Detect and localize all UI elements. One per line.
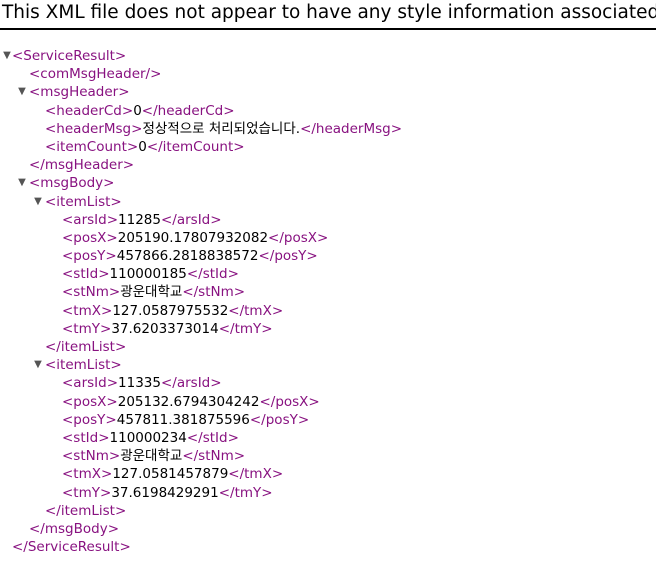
field-value: 37.6198429291 [111,484,219,501]
msg-header-open-tag: <msgHeader> [29,84,130,101]
field-value: 광운대학교 [120,448,183,465]
field-open-tag: <stId> [62,266,110,283]
item-list-open-tag: <itemList> [45,357,122,374]
msg-body-close-tag: </msgBody> [29,520,120,537]
com-msg-header-line: <comMsgHeader/> [0,65,656,83]
triangle-down-icon[interactable]: ▼ [16,174,28,192]
xml-tree: ▼ <ServiceResult> <comMsgHeader/> ▼ <msg… [0,47,656,556]
item-field-line: <stNm>광운대학교</stNm> [0,447,656,465]
item-list-open-tag: <itemList> [45,193,122,210]
triangle-down-icon[interactable]: ▼ [16,83,28,101]
service-result-close-line: </ServiceResult> [0,538,656,556]
field-open-tag: <stId> [62,429,110,446]
field-open-tag: <posX> [62,229,118,246]
field-open-tag: <posX> [62,393,118,410]
item-list-open-line: ▼ <itemList> [0,193,656,211]
item-list-close-line: </itemList> [0,338,656,356]
item-field-line: <tmY>37.6198429291</tmY> [0,484,656,502]
field-close-tag: </tmY> [218,484,273,501]
field-open-tag: <posY> [62,248,117,265]
field-close-tag: </stNm> [182,448,246,465]
field-close-tag: </posY> [249,411,310,428]
field-close-tag: </stId> [186,266,239,283]
item-field-line: <stId>110000185</stId> [0,265,656,283]
field-open-tag: <tmX> [62,302,113,319]
field-close-tag: </stNm> [182,284,246,301]
field-value: 37.6203373014 [111,320,219,337]
service-result-open-tag: <ServiceResult> [12,48,127,64]
field-close-tag: </posX> [259,393,320,410]
field-value: 457866.2818838572 [116,248,259,265]
field-value: 457811.381875596 [116,411,250,428]
item-field-line: <stNm>광운대학교</stNm> [0,283,656,301]
header-msg-line: <headerMsg>정상적으로 처리되었습니다.</headerMsg> [0,120,656,138]
triangle-down-icon[interactable]: ▼ [32,193,44,211]
header-cd-close-tag: </headerCd> [141,102,235,119]
field-close-tag: </posY> [258,248,318,265]
header-cd-value: 0 [133,102,142,119]
banner-text: This XML file does not appear to have an… [2,2,656,23]
triangle-down-icon[interactable]: ▼ [32,356,44,374]
msg-header-close-line: </msgHeader> [0,156,656,174]
header-msg-value: 정상적으로 처리되었습니다. [142,120,301,137]
field-open-tag: <arsId> [62,375,119,392]
header-cd-open-tag: <headerCd> [45,102,134,119]
field-open-tag: <posY> [62,411,117,428]
item-field-line: <posX>205132.6794304242</posX> [0,393,656,411]
item-list-close-line: </itemList> [0,502,656,520]
field-value: 11335 [118,375,161,392]
msg-header-close-tag: </msgHeader> [29,157,135,174]
item-field-line: <posY>457811.381875596</posY> [0,411,656,429]
field-value: 205132.6794304242 [117,393,260,410]
field-close-tag: </arsId> [160,375,222,392]
field-value: 110000234 [109,429,187,446]
item-field-line: <stId>110000234</stId> [0,429,656,447]
xml-style-info-banner: This XML file does not appear to have an… [0,0,656,30]
field-value: 205190.17807932082 [117,229,269,246]
field-open-tag: <stNm> [62,448,121,465]
item-field-line: <posY>457866.2818838572</posY> [0,247,656,265]
item-field-line: <tmX>127.0587975532</tmX> [0,302,656,320]
field-close-tag: </posX> [268,229,329,246]
item-field-line: <arsId>11285</arsId> [0,211,656,229]
field-open-tag: <stNm> [62,284,121,301]
field-value: 127.0587975532 [112,302,229,319]
item-count-value: 0 [138,138,147,155]
field-close-tag: </tmX> [228,302,284,319]
service-result-close-tag: </ServiceResult> [12,539,131,556]
com-msg-header-tag: <comMsgHeader/> [29,66,162,83]
item-field-line: <tmY>37.6203373014</tmY> [0,320,656,338]
field-close-tag: </stId> [186,429,239,446]
item-count-line: <itemCount>0</itemCount> [0,138,656,156]
msg-body-open-line: ▼ <msgBody> [0,174,656,192]
field-value: 광운대학교 [120,284,183,301]
field-value: 11285 [118,211,161,228]
field-close-tag: </arsId> [160,211,222,228]
service-result-open-line: ▼ <ServiceResult> [0,47,656,65]
field-close-tag: </tmX> [228,466,284,483]
msg-body-open-tag: <msgBody> [29,175,115,192]
field-open-tag: <tmY> [62,484,112,501]
item-count-close-tag: </itemCount> [146,138,245,155]
field-open-tag: <tmY> [62,320,112,337]
msg-body-close-line: </msgBody> [0,520,656,538]
item-count-open-tag: <itemCount> [45,138,139,155]
field-open-tag: <arsId> [62,211,119,228]
header-cd-line: <headerCd>0</headerCd> [0,102,656,120]
msg-header-open-line: ▼ <msgHeader> [0,83,656,101]
item-field-line: <tmX>127.0581457879</tmX> [0,465,656,483]
item-list-close-tag: </itemList> [45,502,127,519]
field-value: 110000185 [109,266,187,283]
item-field-line: <arsId>11335</arsId> [0,374,656,392]
header-msg-open-tag: <headerMsg> [45,120,143,137]
field-close-tag: </tmY> [218,320,273,337]
field-open-tag: <tmX> [62,466,113,483]
item-list-close-tag: </itemList> [45,339,127,355]
field-value: 127.0581457879 [112,466,229,483]
header-msg-close-tag: </headerMsg> [300,120,403,137]
item-field-line: <posX>205190.17807932082</posX> [0,229,656,247]
item-list-open-line: ▼ <itemList> [0,356,656,374]
